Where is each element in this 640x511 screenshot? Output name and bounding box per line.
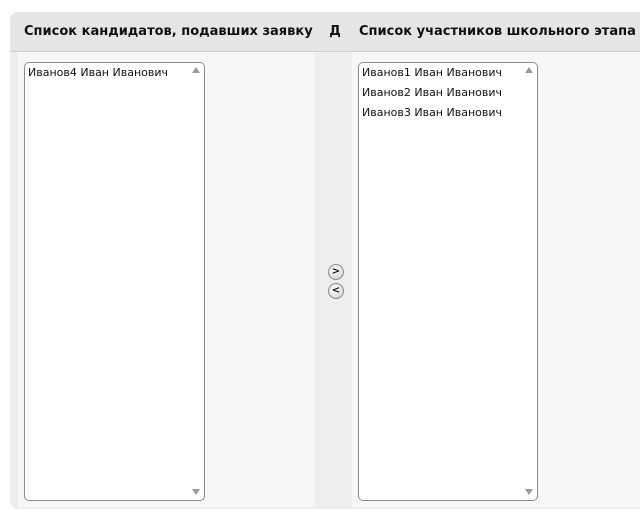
actions-header: Д [315,12,355,52]
scroll-down-arrow-icon[interactable] [525,489,533,495]
candidate-option[interactable]: Иванов4 Иван Иванович [28,63,168,83]
add-participant-button[interactable]: > [328,264,344,280]
candidates-header: Список кандидатов, подавших заявку [10,12,315,52]
candidates-listbox[interactable]: Иванов4 Иван Иванович [24,62,205,501]
scroll-down-arrow-icon[interactable] [192,489,200,495]
participants-header: Список участников школьного этапа [355,12,640,52]
participants-listbox[interactable]: Иванов1 Иван Иванович Иванов2 Иван Ивано… [358,62,538,501]
participant-option[interactable]: Иванов1 Иван Иванович [362,63,502,83]
participant-option[interactable]: Иванов3 Иван Иванович [362,103,502,123]
scroll-up-arrow-icon[interactable] [525,67,533,73]
participant-option[interactable]: Иванов2 Иван Иванович [362,83,502,103]
remove-participant-button[interactable]: < [328,283,344,299]
scroll-up-arrow-icon[interactable] [192,67,200,73]
